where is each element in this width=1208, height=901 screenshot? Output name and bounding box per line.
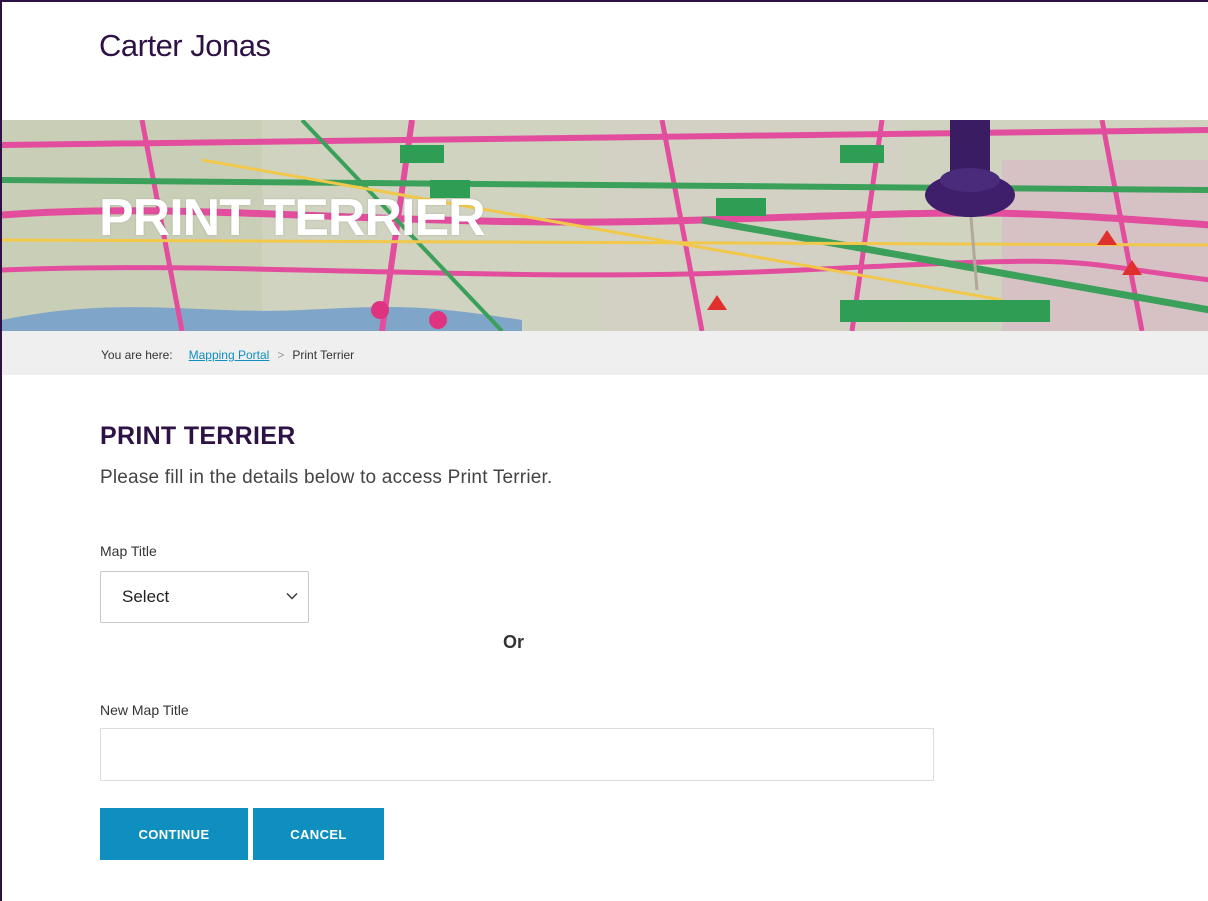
chevron-down-icon — [286, 593, 298, 600]
map-title-label: Map Title — [100, 543, 157, 559]
hero-banner: PRINT TERRIER — [2, 120, 1208, 331]
chevron-right-icon: > — [277, 348, 285, 362]
or-divider-text: Or — [503, 632, 525, 652]
page-frame: Carter Jonas PRINT TERRIER You are here:… — [0, 0, 1208, 901]
hero-title: PRINT TERRIER — [99, 189, 486, 247]
intro-text: Please fill in the details below to acce… — [100, 467, 553, 488]
carter-jonas-logo[interactable]: Carter Jonas — [99, 28, 271, 64]
breadcrumb: You are here: Mapping Portal > Print Ter… — [101, 348, 354, 362]
map-title-select-value: Select — [122, 587, 170, 606]
breadcrumb-link-mapping-portal[interactable]: Mapping Portal — [189, 348, 270, 362]
breadcrumb-current: Print Terrier — [292, 348, 355, 362]
new-map-title-input[interactable] — [100, 728, 934, 781]
form-content: PRINT TERRIER Please fill in the details… — [100, 422, 1000, 489]
page-title: PRINT TERRIER — [100, 422, 296, 450]
breadcrumb-prefix: You are here: — [101, 348, 173, 362]
cancel-button[interactable]: CANCEL — [253, 808, 384, 860]
continue-button[interactable]: CONTINUE — [100, 808, 248, 860]
site-header: Carter Jonas — [2, 2, 1208, 120]
breadcrumb-bar: You are here: Mapping Portal > Print Ter… — [2, 331, 1208, 375]
new-map-title-label: New Map Title — [100, 702, 189, 718]
map-title-select[interactable]: Select — [100, 571, 309, 623]
